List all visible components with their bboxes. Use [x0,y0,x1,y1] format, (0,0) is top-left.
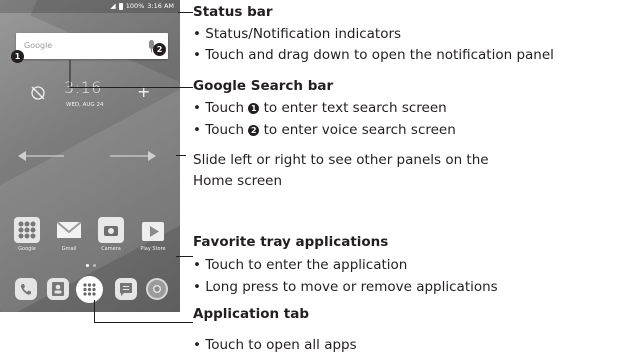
bullet-text: Touch [205,100,249,116]
search-bar-bullet: Touch 1 to enter text search screen [193,100,447,117]
marker-1: 1 [248,103,260,114]
search-bar-bullet: Touch 2 to enter voice search screen [193,122,456,139]
app-tab-bullet: Touch to open all apps [193,337,356,354]
favorite-tray-bullet: Long press to move or remove application… [193,279,497,296]
status-bar-heading: Status bar [193,4,273,20]
bullet-text: to enter voice search screen [259,122,456,138]
status-bar-bullet: Touch and drag down to open the notifica… [193,47,554,64]
status-bar-bullet: Status/Notification indicators [193,26,401,43]
favorite-tray-heading: Favorite tray applications [193,234,389,250]
bullet-text: to enter text search screen [259,100,447,116]
marker-2: 2 [248,125,260,136]
slide-instruction: Home screen [193,173,283,189]
app-tab-heading: Application tab [193,306,310,322]
favorite-tray-bullet: Touch to enter the application [193,257,407,274]
search-bar-heading: Google Search bar [193,78,334,94]
slide-instruction: Slide left or right to see other panels … [193,152,489,168]
bullet-text: Touch [205,122,249,138]
